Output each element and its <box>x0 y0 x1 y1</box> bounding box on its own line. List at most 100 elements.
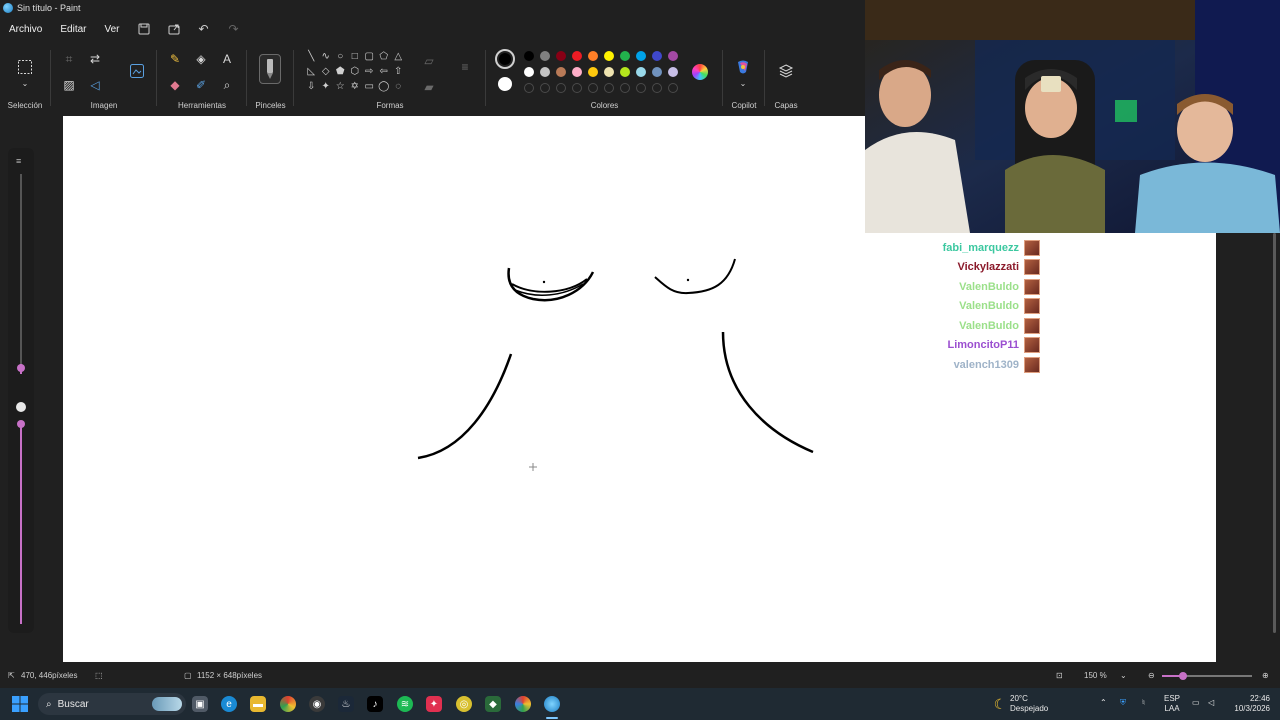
custom-color-slot[interactable] <box>668 83 678 93</box>
zoom-in-icon[interactable]: ⊕ <box>1262 671 1269 680</box>
color-swatch[interactable] <box>540 67 550 77</box>
primary-color[interactable] <box>495 49 515 69</box>
color-swatch[interactable] <box>524 51 534 61</box>
line-shape-icon[interactable]: ╲ <box>304 50 319 63</box>
custom-color-slot[interactable] <box>572 83 582 93</box>
arrow-right-shape-icon[interactable]: ⇨ <box>362 65 377 78</box>
taskbar-search[interactable]: ⌕ Buscar <box>38 693 186 715</box>
color-swatch[interactable] <box>668 51 678 61</box>
color-swatch[interactable] <box>652 51 662 61</box>
chrome-profile-icon[interactable] <box>515 696 531 712</box>
chevron-up-icon[interactable]: ⌃ <box>1100 698 1107 708</box>
crop-icon[interactable]: ⌗ <box>60 50 78 68</box>
pentagon-shape-icon[interactable]: ⬟ <box>333 65 348 78</box>
rectangle-shape-icon[interactable]: □ <box>348 50 363 63</box>
chevron-down-icon[interactable]: ⌄ <box>734 74 752 92</box>
custom-color-slot[interactable] <box>524 83 534 93</box>
color-swatch[interactable] <box>604 67 614 77</box>
network-icon[interactable]: ▭ <box>1192 698 1200 708</box>
fit-to-window-icon[interactable]: ⊡ <box>1056 671 1063 680</box>
menu-view[interactable]: Ver <box>95 18 128 40</box>
drawing-canvas[interactable] <box>63 116 865 662</box>
fill-icon[interactable]: ◈ <box>192 50 210 68</box>
color-swatch[interactable] <box>620 51 630 61</box>
custom-color-slot[interactable] <box>540 83 550 93</box>
language-indicator[interactable]: ESP LAA <box>1164 694 1180 714</box>
star6-shape-icon[interactable]: ✡ <box>348 80 363 93</box>
color-swatch[interactable] <box>572 51 582 61</box>
arrow-down-shape-icon[interactable]: ⇩ <box>304 80 319 93</box>
custom-color-slot[interactable] <box>620 83 630 93</box>
secondary-color[interactable] <box>498 77 512 91</box>
triangle-shape-icon[interactable]: △ <box>391 50 406 63</box>
undo-icon[interactable]: ↶ <box>189 18 219 40</box>
resize-icon[interactable]: ⇄ <box>86 50 104 68</box>
pencil-icon[interactable]: ✎ <box>166 50 184 68</box>
share-icon[interactable] <box>159 18 189 40</box>
chevron-down-icon[interactable]: ⌄ <box>1120 671 1127 680</box>
spotify-icon[interactable]: ≋ <box>397 696 413 712</box>
star4-shape-icon[interactable]: ✦ <box>319 80 334 93</box>
magnifier-icon[interactable]: ⌕ <box>218 76 236 94</box>
oval-shape-icon[interactable]: ○ <box>333 50 348 63</box>
hexagon-shape-icon[interactable]: ⬡ <box>348 65 363 78</box>
size-slider-track[interactable] <box>20 174 22 374</box>
vertical-scrollbar[interactable] <box>1273 233 1276 633</box>
menu-edit[interactable]: Editar <box>51 18 95 40</box>
color-swatch[interactable] <box>556 67 566 77</box>
fill-shape-icon[interactable]: ▰ <box>420 78 438 96</box>
weather-widget[interactable]: 20°C Despejado <box>1010 694 1048 714</box>
remove-background-icon[interactable]: ▨ <box>60 76 78 94</box>
steam-icon[interactable]: ♨ <box>338 696 354 712</box>
custom-color-slot[interactable] <box>652 83 662 93</box>
opacity-slider-thumb[interactable] <box>17 420 25 428</box>
brush-icon[interactable] <box>259 54 281 84</box>
rotate-icon[interactable]: ◁ <box>86 76 104 94</box>
chevron-down-icon[interactable]: ⌄ <box>16 74 34 92</box>
opacity-slider-track[interactable] <box>20 424 22 624</box>
color-swatch[interactable] <box>572 67 582 77</box>
color-swatch[interactable] <box>588 51 598 61</box>
clock[interactable]: 22:46 10/3/2026 <box>1226 694 1270 714</box>
app-icon-green[interactable]: ◆ <box>485 696 501 712</box>
color-swatch[interactable] <box>604 51 614 61</box>
polygon-shape-icon[interactable]: ⬠ <box>377 50 392 63</box>
shape-size-icon[interactable]: ≡ <box>456 58 474 76</box>
obs-icon[interactable]: ◉ <box>309 696 325 712</box>
custom-color-slot[interactable] <box>604 83 614 93</box>
edge-icon[interactable]: e <box>221 696 237 712</box>
layers-icon[interactable] <box>777 62 795 80</box>
task-view-icon[interactable]: ▣ <box>192 696 208 712</box>
volume-icon[interactable]: ◁ <box>1208 698 1214 708</box>
arrow-up-shape-icon[interactable]: ⇧ <box>391 65 406 78</box>
custom-color-slot[interactable] <box>636 83 646 93</box>
riot-client-icon[interactable]: ✦ <box>426 696 442 712</box>
curve-shape-icon[interactable]: ∿ <box>319 50 334 63</box>
color-swatch[interactable] <box>556 51 566 61</box>
menu-file[interactable]: Archivo <box>0 18 51 40</box>
save-icon[interactable] <box>129 18 159 40</box>
callout-rect-shape-icon[interactable]: ▭ <box>362 80 377 93</box>
color-swatch[interactable] <box>668 67 678 77</box>
color-swatch[interactable] <box>620 67 630 77</box>
weather-moon-icon[interactable]: ☾ <box>992 696 1008 712</box>
app-icon-yellow[interactable]: ◎ <box>456 696 472 712</box>
color-swatch[interactable] <box>652 67 662 77</box>
color-swatch[interactable] <box>636 51 646 61</box>
zoom-slider-thumb[interactable] <box>1179 672 1187 680</box>
text-icon[interactable]: A <box>218 50 236 68</box>
zoom-out-icon[interactable]: ⊖ <box>1148 671 1155 680</box>
security-icon[interactable]: ⛨ <box>1120 698 1126 708</box>
custom-color-slot[interactable] <box>556 83 566 93</box>
arrow-left-shape-icon[interactable]: ⇦ <box>377 65 392 78</box>
diamond-shape-icon[interactable]: ◇ <box>319 65 334 78</box>
file-explorer-icon[interactable]: ▬ <box>250 696 266 712</box>
size-slider-thumb[interactable] <box>17 364 25 372</box>
right-triangle-shape-icon[interactable]: ◺ <box>304 65 319 78</box>
redo-icon[interactable]: ↷ <box>219 18 249 40</box>
windows-start-icon[interactable] <box>12 696 28 712</box>
custom-color-slot[interactable] <box>588 83 598 93</box>
microphone-icon[interactable]: ♮ <box>1142 698 1145 708</box>
chrome-icon[interactable] <box>280 696 296 712</box>
paint-taskbar-icon[interactable] <box>544 696 560 712</box>
